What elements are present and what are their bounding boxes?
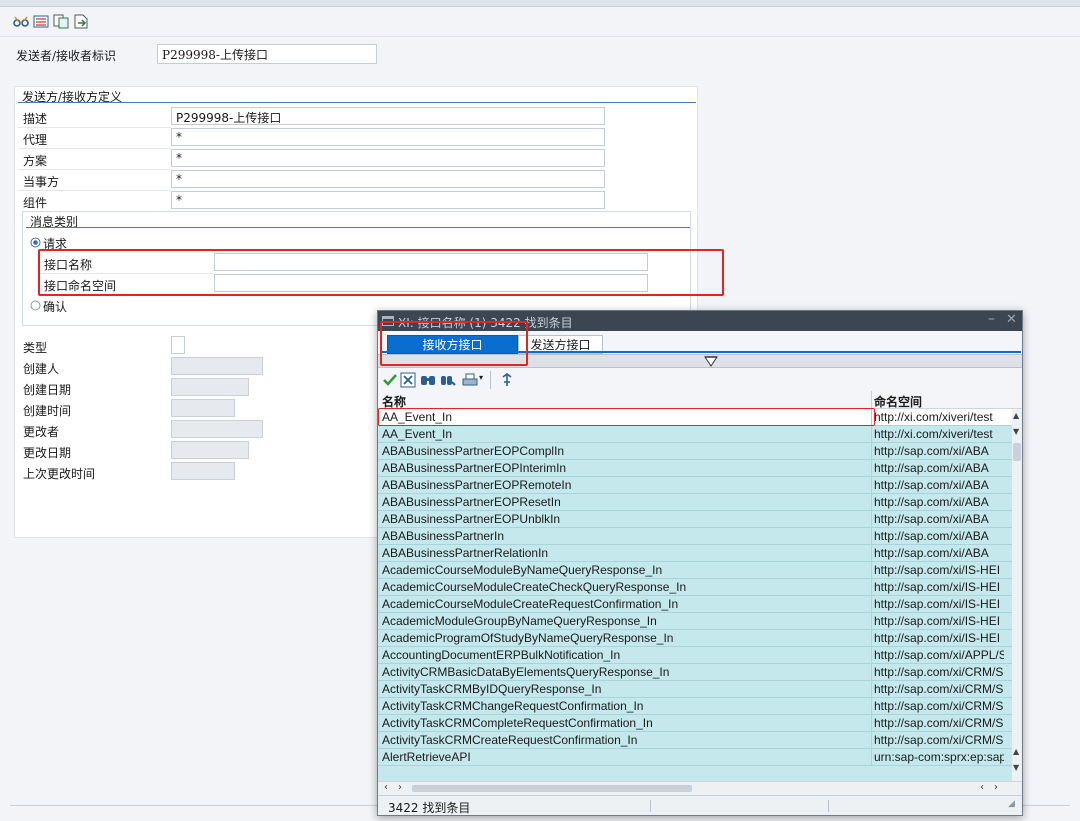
- row-divider: [18, 169, 171, 170]
- column-namespace-header[interactable]: 命名空间: [874, 393, 922, 410]
- sender-receiver-field[interactable]: P299998-上传接口: [157, 44, 377, 64]
- type-label: 类型: [23, 341, 48, 355]
- interface-list: AA_Event_In http://xi.com/xiveri/test AA_…: [378, 409, 1012, 781]
- scroll-left-icon[interactable]: ‹: [384, 782, 388, 793]
- cancel-icon[interactable]: [400, 372, 416, 388]
- highlight-box-interface-fields: [38, 249, 724, 296]
- horizontal-scrollbar[interactable]: ‹ › ‹ ›: [378, 781, 1022, 795]
- popup-status-bar: 3422 找到条目 ◢: [378, 795, 1022, 815]
- copy-icon[interactable]: [53, 14, 69, 29]
- table-row[interactable]: AA_Event_In http://xi.com/xiveri/test: [378, 426, 1012, 443]
- changed-date-label: 更改日期: [23, 446, 72, 460]
- status-separator: [828, 800, 829, 812]
- description-field[interactable]: P299998-上传接口: [171, 107, 605, 125]
- scroll-right-end-icon[interactable]: ›: [994, 782, 998, 793]
- created-by-label: 创建人: [23, 362, 60, 376]
- section-divider: [18, 102, 696, 103]
- vertical-scrollbar[interactable]: ▲ ▼ ▲ ▼: [1012, 409, 1022, 781]
- find-icon[interactable]: [420, 372, 436, 388]
- created-date-label: 创建日期: [23, 383, 72, 397]
- check-icon[interactable]: [382, 372, 398, 388]
- scroll-left-end-icon[interactable]: ‹: [980, 782, 984, 793]
- table-row[interactable]: ABABusinessPartnerEOPComplIn http://sap.c…: [378, 443, 1012, 460]
- application-toolbar: [0, 7, 1080, 37]
- scroll-down-icon[interactable]: ▼: [1013, 427, 1019, 436]
- party-field[interactable]: *: [171, 170, 605, 188]
- find-next-icon[interactable]: [440, 372, 456, 388]
- sort-icon[interactable]: [499, 372, 515, 388]
- table-row[interactable]: AcademicCourseModuleCreateRequestConfirm…: [378, 596, 1012, 613]
- hscroll-thumb[interactable]: [412, 785, 692, 792]
- created-time-label: 创建时间: [23, 404, 72, 418]
- agent-field[interactable]: *: [171, 128, 605, 146]
- table-row[interactable]: ABABusinessPartnerEOPInterimIn http://sap…: [378, 460, 1012, 477]
- table-row[interactable]: AccountingDocumentERPBulkNotification_In…: [378, 647, 1012, 664]
- party-label: 当事方: [23, 175, 60, 189]
- component-field[interactable]: *: [171, 191, 605, 209]
- scroll-right-icon[interactable]: ›: [398, 782, 402, 793]
- group-divider: [26, 227, 690, 228]
- row-divider: [18, 127, 171, 128]
- highlight-box-receiver-tab: [380, 321, 528, 366]
- last-change-time-label: 上次更改时间: [23, 467, 96, 481]
- row-divider: [18, 148, 171, 149]
- changed-date-field: [171, 441, 249, 459]
- status-separator: [650, 800, 651, 812]
- scroll-thumb[interactable]: [1013, 443, 1021, 461]
- grid-header: 名称 命名空间: [378, 391, 1022, 409]
- type-field[interactable]: [171, 336, 185, 354]
- table-row[interactable]: AcademicCourseModuleByNameQueryResponse_…: [378, 562, 1012, 579]
- created-date-field: [171, 378, 249, 396]
- table-row[interactable]: ABABusinessPartnerEOPRemoteIn http://sap.…: [378, 477, 1012, 494]
- request-radio[interactable]: [30, 237, 41, 248]
- scroll-page-up-icon[interactable]: ▲: [1013, 747, 1019, 756]
- print-icon[interactable]: [462, 372, 478, 388]
- table-row[interactable]: ABABusinessPartnerIn http://sap.com/xi/AB…: [378, 528, 1012, 545]
- table-row[interactable]: AcademicModuleGroupByNameQueryResponse_I…: [378, 613, 1012, 630]
- scroll-page-down-icon[interactable]: ▼: [1013, 763, 1019, 772]
- component-label: 组件: [23, 196, 48, 210]
- filter-toggle-icon[interactable]: [704, 356, 718, 367]
- minimize-icon[interactable]: –: [988, 311, 995, 327]
- row-divider: [18, 190, 171, 191]
- table-row[interactable]: ActivityCRMBasicDataByElementsQueryRespo…: [378, 664, 1012, 681]
- confirm-label: 确认: [43, 300, 68, 314]
- scroll-up-icon[interactable]: ▲: [1013, 411, 1019, 420]
- toolbar-separator: [490, 371, 491, 389]
- status-count: 3422 找到条目: [388, 801, 471, 815]
- table-row[interactable]: AcademicProgramOfStudyByNameQueryRespons…: [378, 630, 1012, 647]
- list-icon[interactable]: [33, 14, 49, 29]
- table-row[interactable]: ABABusinessPartnerEOPUnblkIn http://sap.c…: [378, 511, 1012, 528]
- value-help-popup: XI: 接口名称 (1) 3422 找到条目 – ✕ 接收方接口 发送方接口 ▾…: [377, 310, 1023, 816]
- agent-label: 代理: [23, 133, 48, 147]
- scheme-label: 方案: [23, 154, 48, 168]
- glasses-icon[interactable]: [13, 14, 29, 29]
- dropdown-arrow-icon[interactable]: ▾: [479, 373, 483, 382]
- export-icon[interactable]: [73, 14, 89, 29]
- table-row[interactable]: ActivityTaskCRMCompleteRequestConfirmati…: [378, 715, 1012, 732]
- table-row[interactable]: ActivityTaskCRMByIDQueryResponse_In http:…: [378, 681, 1012, 698]
- confirm-radio[interactable]: [30, 300, 41, 311]
- last-change-time-field: [171, 462, 235, 480]
- table-row[interactable]: ActivityTaskCRMChangeRequestConfirmation…: [378, 698, 1012, 715]
- title-bar: [0, 0, 1080, 7]
- scheme-field[interactable]: *: [171, 149, 605, 167]
- table-row[interactable]: AlertRetrieveAPI urn:sap-com:sprx:ep:sap: [378, 749, 1012, 766]
- description-label: 描述: [23, 112, 48, 126]
- close-icon[interactable]: ✕: [1006, 312, 1017, 327]
- table-row[interactable]: ABABusinessPartnerRelationIn http://sap.c…: [378, 545, 1012, 562]
- created-time-field: [171, 399, 235, 417]
- popup-toolbar: ▾: [378, 369, 1022, 391]
- sender-receiver-label: 发送者/接收者标识: [16, 49, 117, 63]
- changed-by-label: 更改者: [23, 425, 60, 439]
- table-row[interactable]: ActivityTaskCRMCreateRequestConfirmation…: [378, 732, 1012, 749]
- resize-grip-icon[interactable]: ◢: [1008, 799, 1015, 809]
- table-row-partial[interactable]: [378, 766, 1012, 781]
- highlight-box-first-row: [378, 408, 875, 426]
- table-row[interactable]: AcademicCourseModuleCreateCheckQueryResp…: [378, 579, 1012, 596]
- table-row[interactable]: ABABusinessPartnerEOPResetIn http://sap.c…: [378, 494, 1012, 511]
- created-by-field: [171, 357, 263, 375]
- changed-by-field: [171, 420, 263, 438]
- column-separator: [871, 391, 872, 409]
